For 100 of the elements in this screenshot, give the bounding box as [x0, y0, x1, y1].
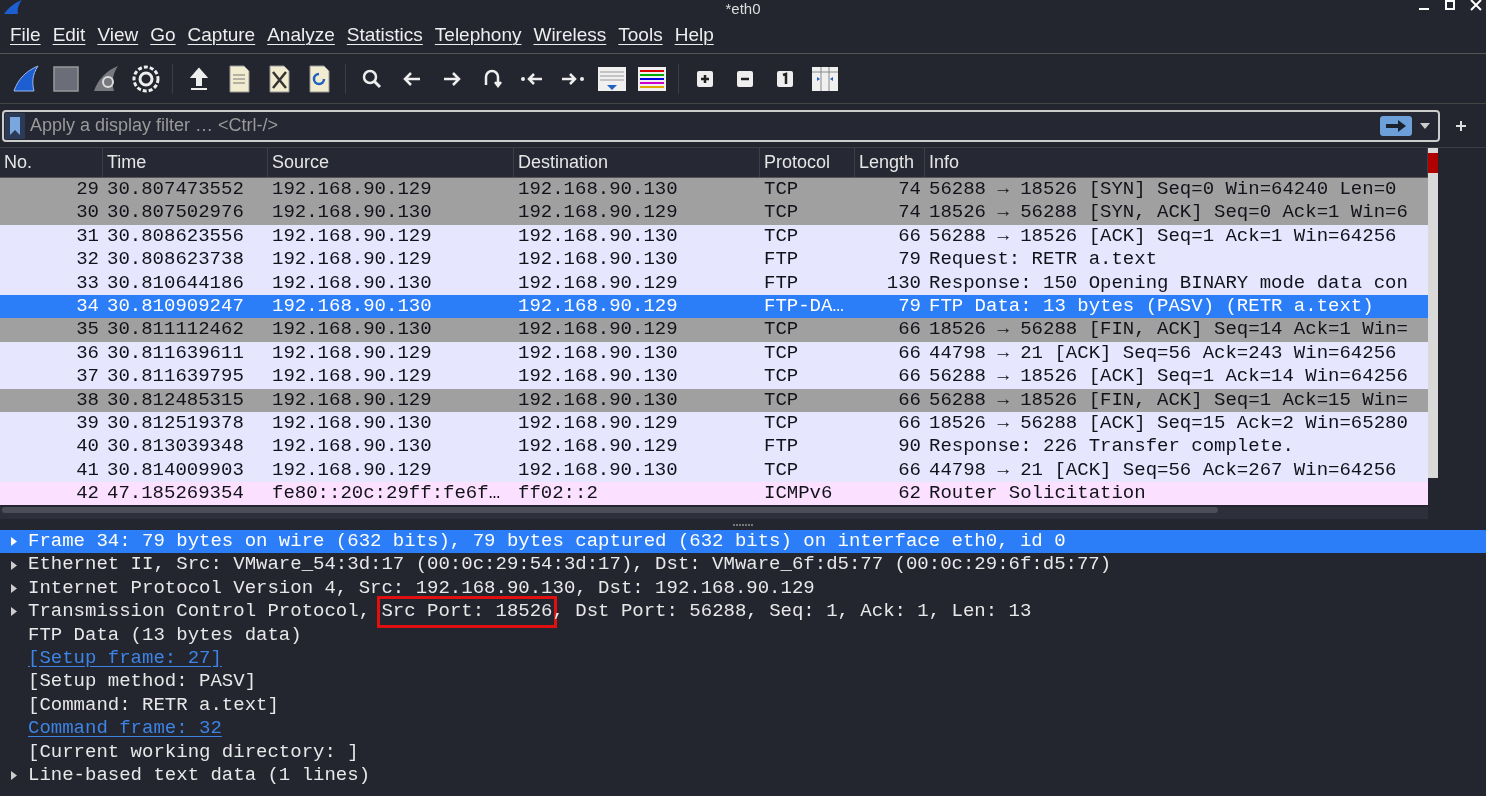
column-header[interactable]: Source — [268, 148, 514, 177]
column-header[interactable]: Protocol — [760, 148, 855, 177]
menu-item[interactable]: Capture — [181, 21, 262, 50]
horizontal-scrollbar[interactable] — [0, 507, 1428, 520]
tree-row[interactable]: Command frame: 32 — [0, 717, 1486, 741]
packet-row[interactable]: 38 30.812485315 192.168.90.129 192.168.90.130 TCP 66 56288 → 18526 [FIN, ACK] Seq=1 Ack=15 Win= — [0, 388, 1428, 412]
link[interactable]: Command frame: 32 — [28, 717, 222, 741]
table-cell-text: 30.814009903 — [106, 458, 245, 483]
table-cell-text: 192.168.90.130 — [517, 248, 679, 272]
column-header[interactable]: Length — [855, 148, 925, 177]
bookmark-icon[interactable] — [4, 112, 26, 139]
menu-item[interactable]: Tools — [612, 21, 669, 50]
table-cell-text: 192.168.90.130 — [271, 318, 433, 342]
table-cell-text: 30.812519378 — [106, 411, 245, 436]
packet-row[interactable]: 34 30.810909247 192.168.90.130 192.168.90.129 FTP-DA… 79 FTP Data: 13 bytes (PASV) (RETR a.text) — [0, 294, 1428, 319]
column-header[interactable]: Destination — [514, 148, 760, 177]
table-cell-text: 18526 → 56288 [ACK] Seq=15 Ack=2 Win=65280 — [928, 411, 1409, 436]
table-cell-text: 74 — [897, 178, 922, 202]
table-cell-text: FTP — [763, 435, 800, 459]
packet-row[interactable]: 40 30.813039348 192.168.90.130 192.168.90.129 FTP 90 Response: 226 Transfer complete. — [0, 435, 1428, 459]
table-cell-text: 192.168.90.129 — [271, 248, 433, 272]
menu-item[interactable]: Edit — [46, 21, 92, 50]
table-cell-text: ff02::2 — [517, 482, 599, 506]
table-cell-text: 30.812485315 — [106, 388, 245, 412]
packet-row[interactable]: 29 30.807473552 192.168.90.129 192.168.90.130 TCP 74 56288 → 18526 [SYN] Seq=0 Win=64240 Len=0 — [0, 178, 1428, 202]
table-cell-text: 192.168.90.130 — [517, 388, 679, 412]
table-cell-text: 30.813039348 — [106, 435, 245, 459]
tree-item-text: [Current working directory: ] — [28, 740, 359, 764]
tree-row[interactable]: FTP Data (13 bytes data) — [0, 623, 1486, 647]
expand-arrow-icon[interactable] — [11, 607, 17, 617]
display-filter-bar[interactable]: Apply a display filter … <Ctrl-/> — [2, 109, 1440, 142]
table-cell-text: 66 — [897, 341, 922, 366]
table-cell-text: 42 — [75, 482, 100, 506]
shark-fin-icon[interactable] — [10, 62, 42, 95]
table-cell-text: 90 — [897, 435, 922, 459]
packet-row[interactable]: 30 30.807502976 192.168.90.130 192.168.90.129 TCP 74 18526 → 56288 [SYN, ACK] Seq=0 Ack=1 Win=6 — [0, 201, 1428, 225]
tree-row[interactable]: Line-based text data (1 lines) — [0, 763, 1486, 788]
menu-item[interactable]: Wireless — [527, 21, 613, 50]
link[interactable]: [Setup frame: 27] — [28, 646, 222, 671]
splitter-handle-icon[interactable] — [733, 523, 753, 527]
table-cell-text: 18526 → 56288 [FIN, ACK] Seq=14 Ack=1 Win= — [928, 318, 1409, 342]
tree-row[interactable]: Transmission Control Protocol, Src Port: 18526, Dst Port: 56288, Seq: 1, Ack: 1, Len: 13 — [0, 600, 1486, 624]
table-cell-text: 192.168.90.129 — [517, 294, 679, 319]
menu-item[interactable]: Telephony — [428, 21, 528, 50]
table-cell-text: FTP — [763, 271, 800, 295]
tree-row[interactable]: [Setup frame: 27] — [0, 646, 1486, 671]
display-filter-field[interactable]: Apply a display filter … <Ctrl-/> — [26, 111, 1380, 140]
expand-arrow-icon[interactable] — [11, 583, 17, 593]
table-cell-text: 192.168.90.130 — [271, 201, 433, 225]
table-cell-text: TCP — [763, 224, 800, 249]
packet-row[interactable]: 32 30.808623738 192.168.90.129 192.168.90.130 FTP 79 Request: RETR a.text — [0, 248, 1428, 272]
table-cell-text: 79 — [897, 248, 922, 272]
packet-row[interactable]: 35 30.811112462 192.168.90.130 192.168.90.129 TCP 66 18526 → 56288 [FIN, ACK] Seq=14 Ack=1 Win= — [0, 318, 1428, 342]
column-header[interactable]: Time — [103, 148, 268, 177]
tree-item-text: Frame 34: 79 bytes on wire (632 bits), 79 bytes captured (632 bits) on interface eth0, id 0 — [28, 530, 1066, 554]
table-cell-text: FTP-DA… — [763, 294, 845, 319]
table-cell-text: 66 — [897, 388, 922, 412]
table-cell-text: fe80::20c:29ff:fe6f… — [271, 482, 502, 506]
tree-row[interactable]: [Setup method: PASV] — [0, 670, 1486, 694]
vertical-scrollbar[interactable] — [1428, 148, 1438, 478]
dropdown-caret-icon[interactable] — [1420, 122, 1430, 129]
packet-row[interactable]: 36 30.811639611 192.168.90.129 192.168.90.130 TCP 66 44798 → 21 [ACK] Seq=56 Ack=243 Win=64256 — [0, 341, 1428, 366]
packet-row[interactable]: 37 30.811639795 192.168.90.129 192.168.90.130 TCP 66 56288 → 18526 [ACK] Seq=1 Ack=14 Win=64256 — [0, 365, 1428, 389]
table-cell-text: TCP — [763, 365, 800, 389]
menu-item[interactable]: File — [4, 21, 47, 50]
table-cell-text: 56288 → 18526 [ACK] Seq=1 Ack=14 Win=64256 — [928, 365, 1409, 389]
expand-arrow-icon[interactable] — [11, 771, 17, 781]
menu-item[interactable]: Help — [668, 21, 720, 50]
tree-row[interactable]: Ethernet II, Src: VMware_54:3d:17 (00:0c:29:54:3d:17), Dst: VMware_6f:d5:77 (00:0c:29:6f:d5:77) — [0, 553, 1486, 577]
table-cell-text: 66 — [897, 224, 922, 249]
table-cell-text: 66 — [897, 458, 922, 483]
maximize-icon[interactable] — [1444, 0, 1456, 12]
tree-row[interactable]: Frame 34: 79 bytes on wire (632 bits), 79 bytes captured (632 bits) on interface eth0, id 0 — [0, 530, 1486, 554]
table-cell-text: TCP — [763, 318, 800, 342]
table-cell-text: 35 — [75, 318, 100, 342]
tree-row[interactable]: [Command: RETR a.text] — [0, 693, 1486, 718]
tree-row[interactable]: Internet Protocol Version 4, Src: 192.168.90.130, Dst: 192.168.90.129 — [0, 576, 1486, 601]
column-header[interactable]: No. — [0, 148, 103, 177]
packet-row[interactable]: 42 47.185269354 fe80::20c:29ff:fe6f… ff02::2 ICMPv6 62 Router Solicitation — [0, 482, 1428, 506]
table-cell-text: TCP — [763, 411, 800, 436]
menu-item[interactable]: Analyze — [261, 21, 341, 50]
close-icon[interactable] — [1470, 0, 1482, 12]
menu-item[interactable]: Statistics — [340, 21, 429, 50]
table-cell-text: FTP — [763, 248, 800, 272]
packet-row[interactable]: 39 30.812519378 192.168.90.130 192.168.90.129 TCP 66 18526 → 56288 [ACK] Seq=15 Ack=2 Win=65280 — [0, 411, 1428, 436]
menu-item[interactable]: Go — [144, 21, 182, 50]
add-filter-icon[interactable] — [1456, 120, 1466, 131]
table-cell-text: 56288 → 18526 [ACK] Seq=1 Ack=1 Win=64256 — [928, 224, 1398, 249]
table-cell-text: 192.168.90.130 — [271, 271, 433, 295]
table-cell-text: Response: 150 Opening BINARY mode data con — [928, 271, 1409, 295]
table-cell-text: Response: 226 Transfer complete. — [928, 435, 1295, 459]
menu-item[interactable]: View — [91, 21, 145, 50]
packet-row[interactable]: 33 30.810644186 192.168.90.130 192.168.90.129 FTP 130 Response: 150 Opening BINARY mode data con — [0, 271, 1428, 295]
tree-row[interactable]: [Current working directory: ] — [0, 740, 1486, 764]
table-cell-text: 30.811112462 — [106, 318, 245, 342]
packet-row[interactable]: 41 30.814009903 192.168.90.129 192.168.90.130 TCP 66 44798 → 21 [ACK] Seq=56 Ack=267 Win=64256 — [0, 458, 1428, 483]
table-cell-text: 41 — [75, 458, 100, 483]
expand-arrow-icon[interactable] — [11, 560, 17, 570]
packet-row[interactable]: 31 30.808623556 192.168.90.129 192.168.90.130 TCP 66 56288 → 18526 [ACK] Seq=1 Ack=1 Win=64256 — [0, 224, 1428, 249]
table-cell-text: 37 — [75, 365, 100, 389]
